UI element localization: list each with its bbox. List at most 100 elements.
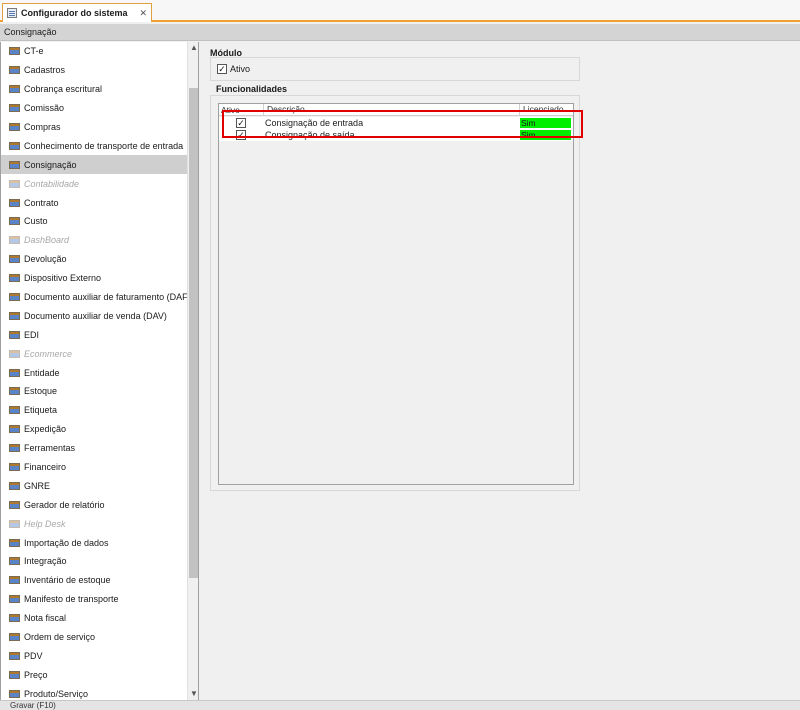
- module-icon: [9, 519, 20, 528]
- sidebar-item[interactable]: Financeiro: [1, 458, 187, 477]
- sidebar-item[interactable]: Ecommerce: [1, 344, 187, 363]
- sidebar-item-label: Dispositivo Externo: [24, 273, 102, 284]
- sidebar-item-label: Documento auxiliar de faturamento (DAF): [24, 292, 191, 303]
- module-icon: [9, 236, 20, 245]
- module-icon: [9, 463, 20, 472]
- sidebar-item-label: Ecommerce: [24, 348, 73, 359]
- sidebar-item[interactable]: Produto/Serviço: [1, 684, 187, 700]
- sidebar-item[interactable]: Entidade: [1, 363, 187, 382]
- sidebar-item[interactable]: Gerador de relatório: [1, 495, 187, 514]
- sidebar-item[interactable]: Conhecimento de transporte de entrada: [1, 136, 187, 155]
- module-icon: [9, 104, 20, 113]
- sidebar-item[interactable]: Cadastros: [1, 61, 187, 80]
- funcionalidades-title: Funcionalidades: [216, 84, 288, 94]
- module-icon: [9, 311, 20, 320]
- config-panel: Módulo ✓ Ativo Funcionalidades Ativo Des…: [210, 48, 580, 491]
- module-icon: [9, 198, 20, 207]
- funcionalidades-group: Ativo Descrição Licenciado ✓ Consignação…: [210, 95, 580, 491]
- sidebar-item[interactable]: Contabilidade: [1, 174, 187, 193]
- sidebar-item-label: GNRE: [24, 480, 51, 491]
- sidebar-item-label: Custo: [24, 216, 48, 227]
- sidebar-item[interactable]: Inventário de estoque: [1, 571, 187, 590]
- sidebar-item[interactable]: Importação de dados: [1, 533, 187, 552]
- module-icon: [9, 595, 20, 604]
- module-icon: [9, 293, 20, 302]
- module-icon: [9, 387, 20, 396]
- sidebar-item-label: Contabilidade: [24, 178, 80, 189]
- sidebar-item[interactable]: Integração: [1, 552, 187, 571]
- sidebar-item[interactable]: Devolução: [1, 250, 187, 269]
- sidebar-item[interactable]: Preço: [1, 665, 187, 684]
- module-icon: [9, 66, 20, 75]
- sidebar-item-label: Importação de dados: [24, 537, 109, 548]
- module-icon: [9, 500, 20, 509]
- sidebar-item-label: Cadastros: [24, 65, 66, 76]
- scroll-thumb[interactable]: [189, 88, 198, 578]
- sidebar-item-label: CT-e: [24, 46, 44, 57]
- sidebar-item[interactable]: PDV: [1, 647, 187, 666]
- sidebar-item[interactable]: GNRE: [1, 476, 187, 495]
- sidebar-item[interactable]: Documento auxiliar de faturamento (DAF): [1, 288, 191, 307]
- sidebar-item[interactable]: Help Desk: [1, 514, 187, 533]
- sidebar-scrollbar[interactable]: ▲ ▼: [187, 42, 198, 700]
- sidebar-item[interactable]: Ferramentas: [1, 439, 187, 458]
- chevron-down-icon[interactable]: ▼: [188, 688, 198, 700]
- module-sidebar: CT-e Cadastros Cobrança escritural Comissão…: [0, 42, 199, 700]
- sidebar-item[interactable]: Compras: [1, 118, 187, 137]
- page-title: Consignação: [0, 24, 800, 41]
- sidebar-item-label: Compras: [24, 122, 61, 132]
- module-icon: [9, 85, 20, 94]
- module-icon: [9, 425, 20, 434]
- module-icon: [9, 217, 20, 226]
- sidebar-item-label: Help Desk: [24, 518, 66, 529]
- sidebar-item-label: Nota fiscal: [24, 613, 67, 624]
- sidebar-item[interactable]: Comissão: [1, 99, 187, 118]
- save-button[interactable]: Gravar (F10): [10, 701, 56, 710]
- tab-strip: Configurador do sistema ✕: [0, 0, 800, 22]
- sidebar-item[interactable]: EDI: [1, 325, 187, 344]
- sidebar-item[interactable]: Ordem de serviço: [1, 628, 187, 647]
- module-icon: [9, 614, 20, 623]
- sidebar-item-label: Financeiro: [24, 462, 67, 473]
- module-icon: [9, 123, 20, 131]
- module-icon: [9, 160, 20, 169]
- tab-title: Configurador do sistema: [21, 8, 128, 18]
- module-icon: [9, 330, 20, 339]
- module-icon: [9, 444, 20, 453]
- sidebar-item-label: EDI: [24, 329, 40, 340]
- sidebar-item-label: Gerador de relatório: [24, 499, 105, 510]
- sidebar-item[interactable]: Dispositivo Externo: [1, 269, 187, 288]
- sidebar-item-label: Manifesto de transporte: [24, 594, 119, 605]
- module-icon: [9, 557, 20, 566]
- sidebar-item-label: Ferramentas: [24, 443, 76, 454]
- sidebar-item[interactable]: Custo: [1, 212, 187, 231]
- save-bar: Gravar (F10): [0, 700, 800, 710]
- module-icon: [9, 538, 20, 547]
- sidebar-item-label: Contrato: [24, 197, 59, 208]
- sidebar-item-label: Integração: [24, 556, 67, 567]
- sidebar-item[interactable]: Estoque: [1, 382, 187, 401]
- sidebar-item-label: Inventário de estoque: [24, 575, 111, 586]
- sidebar-item-label: Comissão: [24, 103, 65, 114]
- sidebar-item-label: Ordem de serviço: [24, 632, 96, 643]
- chevron-up-icon[interactable]: ▲: [188, 42, 198, 54]
- sidebar-item[interactable]: Etiqueta: [1, 401, 187, 420]
- sidebar-item[interactable]: DashBoard: [1, 231, 187, 250]
- sidebar-item[interactable]: Expedição: [1, 420, 187, 439]
- close-icon[interactable]: ✕: [139, 8, 147, 19]
- sidebar-item[interactable]: Manifesto de transporte: [1, 590, 187, 609]
- sidebar-item[interactable]: Documento auxiliar de venda (DAV): [1, 306, 187, 325]
- sidebar-item[interactable]: Consignação: [1, 155, 187, 175]
- modulo-ativo-checkbox[interactable]: ✓: [217, 64, 227, 74]
- sidebar-item[interactable]: CT-e: [1, 42, 187, 61]
- module-icon: [9, 481, 20, 490]
- modulo-group: ✓ Ativo: [210, 57, 580, 81]
- module-icon: [9, 274, 20, 283]
- sidebar-item[interactable]: Nota fiscal: [1, 609, 187, 628]
- sidebar-item-label: Cobrança escritural: [24, 84, 103, 95]
- sidebar-item-label: Etiqueta: [24, 405, 58, 416]
- sidebar-item[interactable]: Contrato: [1, 193, 187, 212]
- window-icon: [7, 8, 17, 18]
- sidebar-item[interactable]: Cobrança escritural: [1, 80, 187, 99]
- tab-configurador[interactable]: Configurador do sistema ✕: [2, 3, 152, 22]
